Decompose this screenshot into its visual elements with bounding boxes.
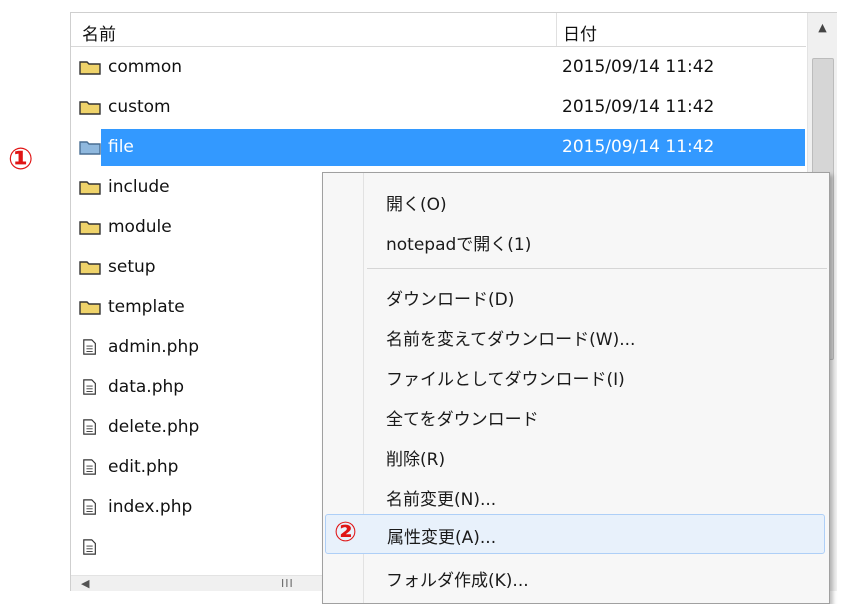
file-date: 2015/09/14 11:42 — [562, 97, 715, 117]
file-name: index.php — [108, 497, 193, 517]
menu-item-open-notepad[interactable]: notepadで開く(1) — [386, 230, 531, 255]
file-icon — [83, 459, 96, 475]
file-name: module — [108, 217, 172, 237]
file-name: edit.php — [108, 457, 179, 477]
column-divider[interactable] — [556, 13, 557, 46]
file-name: file — [108, 137, 134, 157]
file-name: template — [108, 297, 185, 317]
scroll-left-arrow-icon[interactable]: ◀ — [81, 576, 89, 591]
folder-icon — [79, 261, 101, 275]
column-header: 名前 日付 — [71, 13, 806, 47]
file-date: 2015/09/14 11:42 — [562, 137, 715, 157]
folder-icon — [79, 181, 101, 195]
menu-item-rename[interactable]: 名前変更(N)... — [386, 485, 496, 510]
menu-item-attributes[interactable]: ② 属性変更(A)... — [325, 514, 825, 554]
menu-item-new-folder[interactable]: フォルダ作成(K)... — [386, 566, 529, 591]
file-icon — [83, 539, 96, 555]
scroll-up-arrow-icon[interactable]: ▲ — [808, 13, 837, 43]
menu-separator — [367, 268, 827, 269]
menu-item-open[interactable]: 開く(O) — [386, 190, 447, 215]
folder-icon — [79, 61, 101, 75]
folder-icon — [79, 221, 101, 235]
file-name: admin.php — [108, 337, 200, 357]
file-icon — [83, 419, 96, 435]
file-name: delete.php — [108, 417, 200, 437]
menu-item-download-rename[interactable]: 名前を変えてダウンロード(W)... — [386, 325, 635, 350]
menu-item-attributes-label: 属性変更(A)... — [387, 528, 497, 548]
file-name: data.php — [108, 377, 185, 397]
file-name: setup — [108, 257, 156, 277]
file-date: 2015/09/14 11:42 — [562, 57, 715, 77]
file-row-common[interactable]: common 2015/09/14 11:42 — [71, 48, 806, 88]
file-icon — [83, 499, 96, 515]
step-marker-1: ① — [8, 142, 34, 177]
column-header-date[interactable]: 日付 — [563, 20, 597, 45]
file-icon — [83, 339, 96, 355]
file-name: common — [108, 57, 183, 77]
file-name: include — [108, 177, 170, 197]
step-marker-2: ② — [334, 517, 357, 548]
menu-item-download-all[interactable]: 全てをダウンロード — [386, 405, 539, 430]
scroll-grip-icon[interactable]: III — [281, 576, 294, 591]
context-menu: 開く(O) notepadで開く(1) ダウンロード(D) 名前を変えてダウンロ… — [322, 172, 830, 604]
menu-item-delete[interactable]: 削除(R) — [386, 445, 445, 470]
column-header-name[interactable]: 名前 — [82, 20, 116, 45]
file-name: custom — [108, 97, 171, 117]
file-row-custom[interactable]: custom 2015/09/14 11:42 — [71, 88, 806, 128]
file-icon — [83, 379, 96, 395]
menu-item-download[interactable]: ダウンロード(D) — [386, 285, 514, 310]
folder-icon — [79, 141, 101, 155]
folder-icon — [79, 301, 101, 315]
folder-icon — [79, 101, 101, 115]
file-row-file-selected[interactable]: file 2015/09/14 11:42 — [71, 128, 806, 168]
menu-item-download-as-file[interactable]: ファイルとしてダウンロード(I) — [386, 365, 625, 390]
